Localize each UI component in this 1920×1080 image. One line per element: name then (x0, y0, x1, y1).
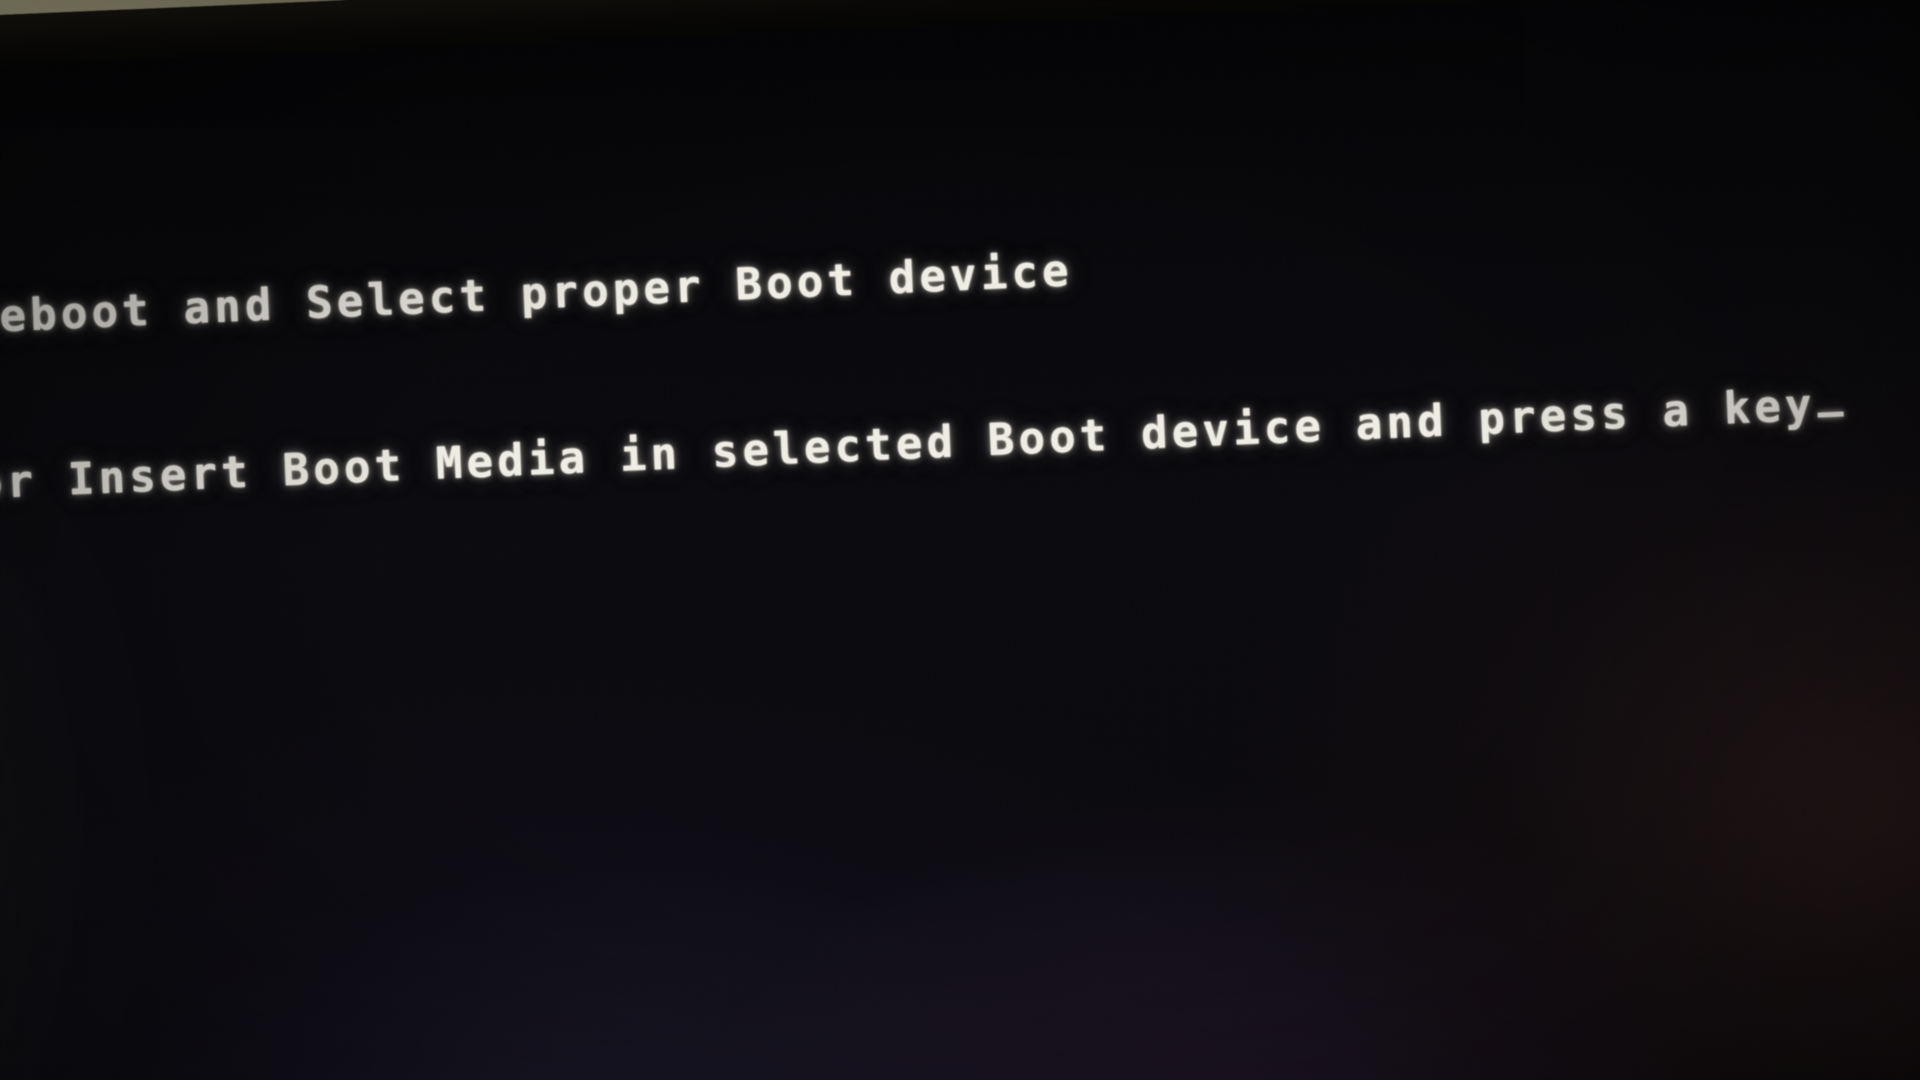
monitor: Reboot and Select proper Boot device or … (0, 0, 1920, 1080)
panel-vignette (0, 0, 1920, 1080)
screenshot-root: Reboot and Select proper Boot device or … (0, 0, 1920, 1080)
monitor-screen: Reboot and Select proper Boot device or … (0, 0, 1920, 1080)
